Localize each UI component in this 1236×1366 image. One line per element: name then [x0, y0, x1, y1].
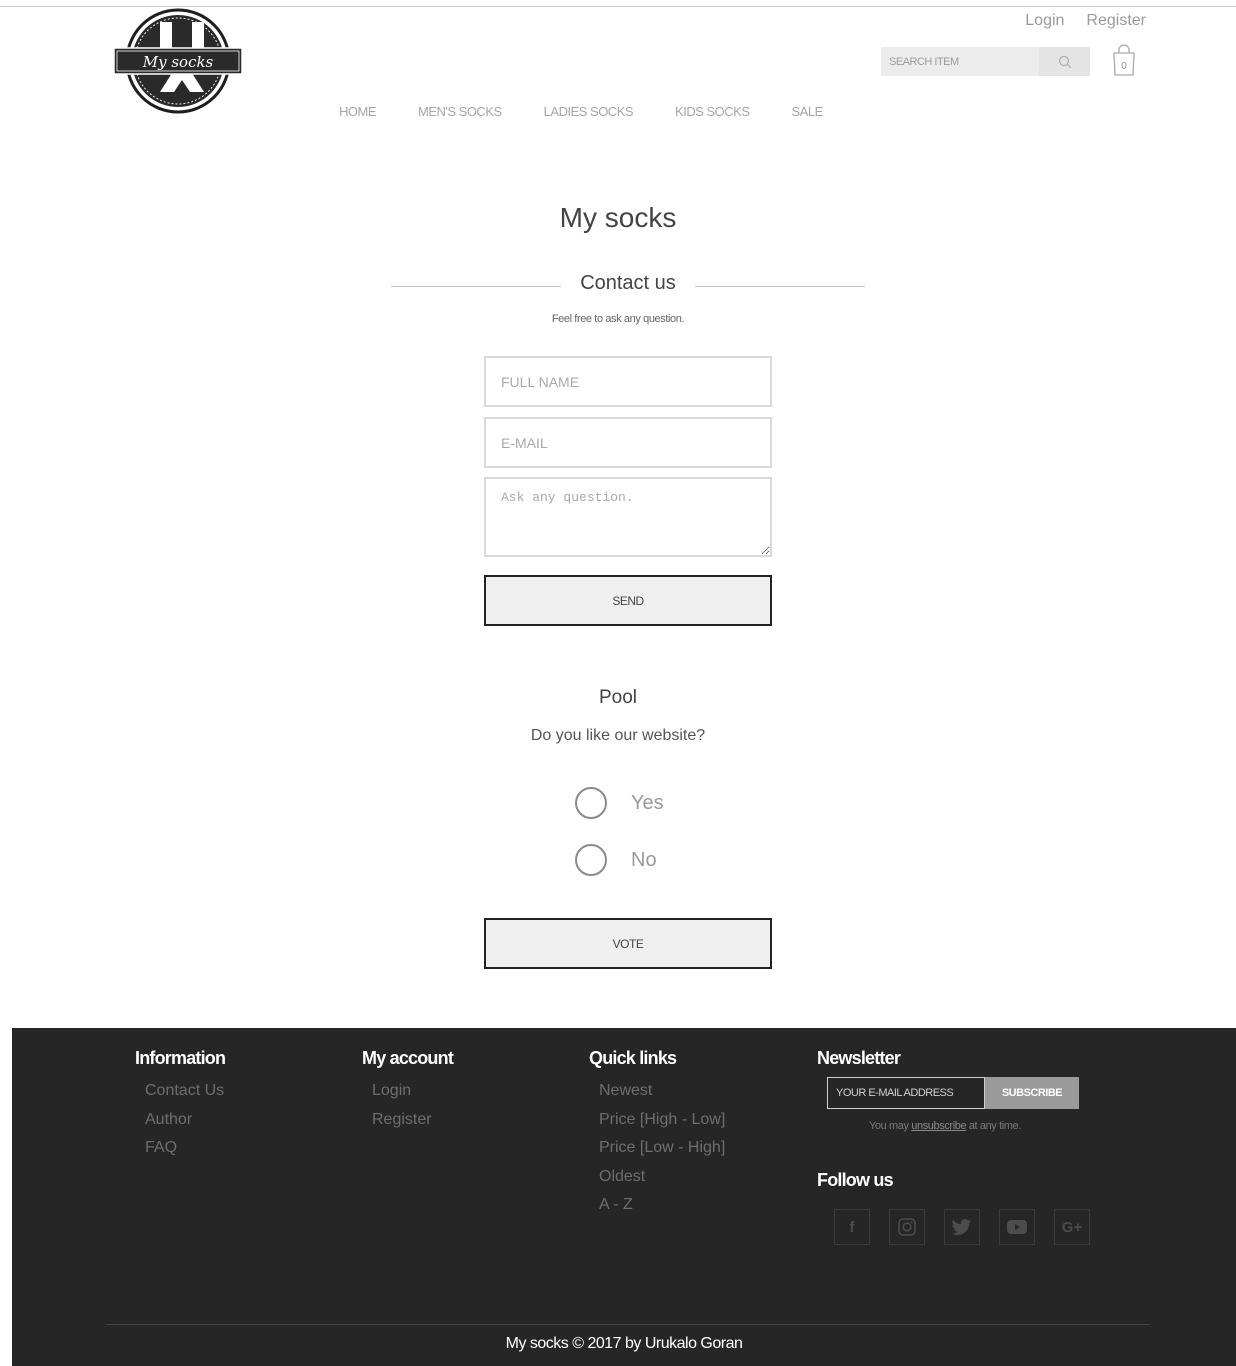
nav-mens-socks[interactable]: MEN'S SOCKS [418, 104, 502, 119]
newsletter-email-input[interactable] [827, 1077, 985, 1109]
twitter-icon[interactable] [944, 1209, 980, 1245]
login-link[interactable]: Login [1025, 12, 1064, 30]
footer-link-oldest[interactable]: Oldest [599, 1163, 725, 1192]
section-heading: Contact us [391, 272, 865, 300]
footer-my-account: My account Login Register [362, 1048, 454, 1135]
vote-button[interactable]: VOTE [484, 918, 772, 969]
poll-title: Pool [598, 687, 638, 708]
footer-divider [106, 1324, 1150, 1325]
email-field[interactable] [484, 417, 772, 468]
footer-heading: Quick links [589, 1048, 677, 1068]
auth-links: Login Register [1025, 12, 1146, 30]
footer-link-newest[interactable]: Newest [599, 1077, 725, 1106]
instagram-icon[interactable] [889, 1209, 925, 1245]
logo[interactable]: My socks [112, 8, 244, 114]
search-icon [1058, 55, 1071, 68]
shopping-bag-icon: 0 [1113, 44, 1135, 76]
nav-sale[interactable]: SALE [792, 104, 824, 119]
footer-link-faq[interactable]: FAQ [145, 1134, 225, 1163]
poll-question: Do you like our website? [530, 727, 706, 744]
note-text: You may [869, 1120, 912, 1132]
nav-kids-socks[interactable]: KIDS SOCKS [675, 104, 750, 119]
footer: Information Contact Us Author FAQ My acc… [12, 1028, 1236, 1366]
search-input[interactable] [881, 47, 1039, 76]
footer-quick-links: Quick links Newest Price [High - Low] Pr… [589, 1048, 725, 1220]
footer-link-author[interactable]: Author [145, 1106, 225, 1135]
copyright: My socks © 2017 by Urukalo Goran [505, 1335, 743, 1352]
newsletter-form: SUBSCRIBE [827, 1077, 1090, 1109]
footer-newsletter: Newsletter SUBSCRIBE You may unsubscribe… [817, 1048, 1090, 1245]
top-border [0, 6, 1236, 7]
footer-link-login[interactable]: Login [372, 1077, 453, 1106]
section-title: Contact us [580, 272, 676, 294]
main-nav: HOME MEN'S SOCKS LADIES SOCKS KIDS SOCKS… [339, 104, 865, 119]
footer-link-price-low-high[interactable]: Price [Low - High] [599, 1134, 725, 1163]
facebook-icon[interactable]: f [834, 1209, 870, 1245]
nav-ladies-socks[interactable]: LADIES SOCKS [544, 104, 634, 119]
poll-option-yes[interactable]: Yes [575, 787, 664, 819]
logo-text: My socks [142, 53, 214, 71]
search-button[interactable] [1039, 47, 1090, 76]
follow-us-heading: Follow us [817, 1170, 894, 1190]
radio-no[interactable] [575, 844, 607, 876]
footer-link-a-z[interactable]: A - Z [599, 1191, 725, 1220]
unsubscribe-link[interactable]: unsubscribe [911, 1120, 966, 1132]
footer-heading: Newsletter [817, 1048, 901, 1068]
poll-option-label: No [631, 848, 657, 871]
google-plus-icon[interactable]: G+ [1054, 1209, 1090, 1245]
subscribe-button[interactable]: SUBSCRIBE [985, 1077, 1079, 1109]
note-text: at any time. [966, 1120, 1021, 1132]
footer-link-contact-us[interactable]: Contact Us [145, 1077, 225, 1106]
radio-yes[interactable] [575, 787, 607, 819]
heading-divider-right [695, 286, 865, 287]
send-button[interactable]: SEND [484, 575, 772, 626]
search-bar [881, 47, 1090, 76]
section-subtitle: Feel free to ask any question. [551, 313, 685, 325]
register-link[interactable]: Register [1086, 12, 1146, 30]
poll-option-no[interactable]: No [575, 844, 657, 876]
poll-option-label: Yes [631, 791, 664, 814]
footer-link-price-high-low[interactable]: Price [High - Low] [599, 1106, 725, 1135]
social-links: f G+ [834, 1209, 1090, 1245]
full-name-field[interactable] [484, 356, 772, 407]
question-textarea[interactable] [484, 477, 772, 557]
footer-heading: My account [362, 1048, 454, 1068]
footer-heading: Information [135, 1048, 226, 1068]
page-title: My socks [559, 202, 677, 233]
cart-count: 0 [1121, 61, 1127, 72]
footer-information: Information Contact Us Author FAQ [135, 1048, 226, 1163]
footer-link-register[interactable]: Register [372, 1106, 453, 1135]
cart-button[interactable]: 0 [1110, 43, 1138, 77]
nav-home[interactable]: HOME [339, 104, 377, 119]
youtube-icon[interactable] [999, 1209, 1035, 1245]
unsubscribe-note: You may unsubscribe at any time. [869, 1120, 1090, 1132]
